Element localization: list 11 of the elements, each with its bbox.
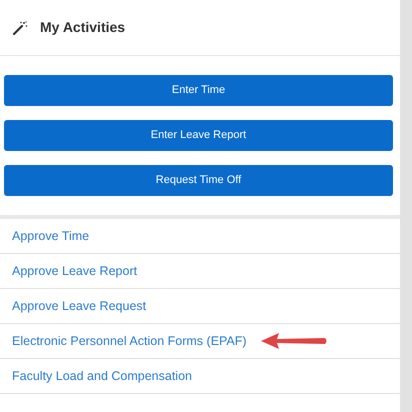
magic-wand-icon	[12, 20, 28, 34]
activity-link[interactable]: Approve Leave Report	[12, 262, 138, 280]
activity-link[interactable]: Electronic Personnel Action Forms (EPAF)	[12, 332, 247, 350]
action-button[interactable]: Enter Time	[4, 75, 393, 106]
scrollbar[interactable]	[400, 0, 412, 412]
activity-link[interactable]: Approve Time	[12, 226, 90, 246]
action-button[interactable]: Enter Leave Report	[4, 120, 393, 151]
section-title: My Activities	[40, 18, 126, 37]
activity-link[interactable]: Faculty Load and Compensation	[12, 366, 192, 386]
activity-link[interactable]: Approve Leave Request	[12, 296, 146, 316]
action-button[interactable]: Request Time Off	[4, 165, 393, 196]
